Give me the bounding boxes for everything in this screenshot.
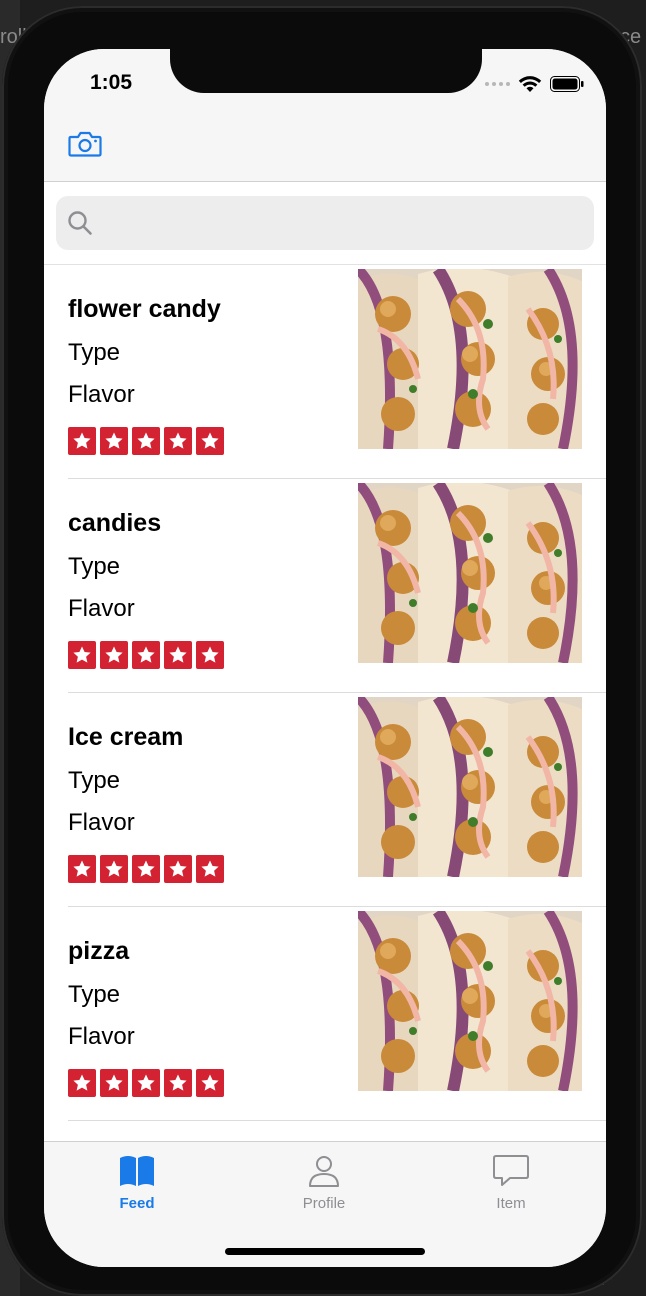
rating-stars — [68, 641, 224, 669]
tab-feed-label: Feed — [119, 1195, 155, 1212]
star-icon — [196, 427, 224, 455]
status-icons — [485, 75, 584, 93]
item-flavor: Flavor — [68, 809, 135, 836]
item-title: candies — [68, 509, 162, 537]
camera-button[interactable] — [68, 129, 104, 161]
food-thumbnail — [358, 911, 582, 1091]
camera-icon — [68, 131, 102, 157]
star-icon — [132, 1069, 160, 1097]
star-icon — [164, 641, 192, 669]
star-icon — [68, 427, 96, 455]
rating-stars — [68, 427, 224, 455]
star-icon — [132, 427, 160, 455]
phone-frame: 1:05 flower candy Type Flavor candies Ty… — [2, 6, 642, 1296]
star-icon — [68, 1069, 96, 1097]
device-notch — [170, 49, 482, 93]
list-item[interactable]: flower candy Type Flavor — [68, 265, 606, 479]
star-icon — [196, 641, 224, 669]
chat-bubble-icon — [493, 1155, 529, 1186]
signal-dots-icon — [485, 82, 510, 86]
star-icon — [132, 855, 160, 883]
search-input[interactable] — [102, 196, 586, 252]
item-type: Type — [68, 553, 121, 580]
star-icon — [68, 855, 96, 883]
star-icon — [164, 1069, 192, 1097]
feed-list: flower candy Type Flavor candies Type Fl… — [44, 265, 606, 1121]
tab-item[interactable]: Item — [451, 1154, 571, 1212]
tab-feed[interactable]: Feed — [77, 1154, 197, 1212]
food-thumbnail — [358, 483, 582, 663]
tab-bar: Feed Profile Item — [44, 1141, 606, 1267]
food-thumbnail — [358, 697, 582, 877]
tab-profile-label: Profile — [302, 1195, 346, 1212]
item-type: Type — [68, 767, 121, 794]
status-time: 1:05 — [90, 71, 133, 94]
item-type: Type — [68, 981, 121, 1008]
navigation-bar — [44, 109, 606, 182]
wifi-icon — [518, 76, 542, 92]
star-icon — [196, 1069, 224, 1097]
star-icon — [164, 855, 192, 883]
book-icon — [120, 1156, 154, 1186]
food-thumbnail — [358, 269, 582, 449]
tab-item-label: Item — [496, 1195, 526, 1212]
star-icon — [100, 427, 128, 455]
item-flavor: Flavor — [68, 595, 135, 622]
item-flavor: Flavor — [68, 1023, 135, 1050]
star-icon — [196, 855, 224, 883]
star-icon — [100, 855, 128, 883]
item-title: flower candy — [68, 295, 221, 323]
star-icon — [100, 1069, 128, 1097]
star-icon — [164, 427, 192, 455]
home-indicator — [225, 1248, 425, 1255]
rating-stars — [68, 855, 224, 883]
star-icon — [100, 641, 128, 669]
person-icon — [309, 1156, 339, 1187]
item-title: pizza — [68, 937, 130, 965]
item-title: Ice cream — [68, 723, 184, 751]
list-item[interactable]: Ice cream Type Flavor — [68, 693, 606, 907]
phone-screen: 1:05 flower candy Type Flavor candies Ty… — [44, 49, 606, 1267]
star-icon — [132, 641, 160, 669]
search-bar[interactable] — [56, 196, 594, 252]
star-icon — [68, 641, 96, 669]
item-flavor: Flavor — [68, 381, 135, 408]
tab-profile[interactable]: Profile — [264, 1154, 384, 1212]
list-item[interactable]: candies Type Flavor — [68, 479, 606, 693]
search-icon — [68, 211, 92, 235]
battery-icon — [550, 76, 584, 92]
item-type: Type — [68, 339, 121, 366]
search-container — [44, 182, 606, 265]
rating-stars — [68, 1069, 224, 1097]
list-item[interactable]: pizza Type Flavor — [68, 907, 606, 1121]
